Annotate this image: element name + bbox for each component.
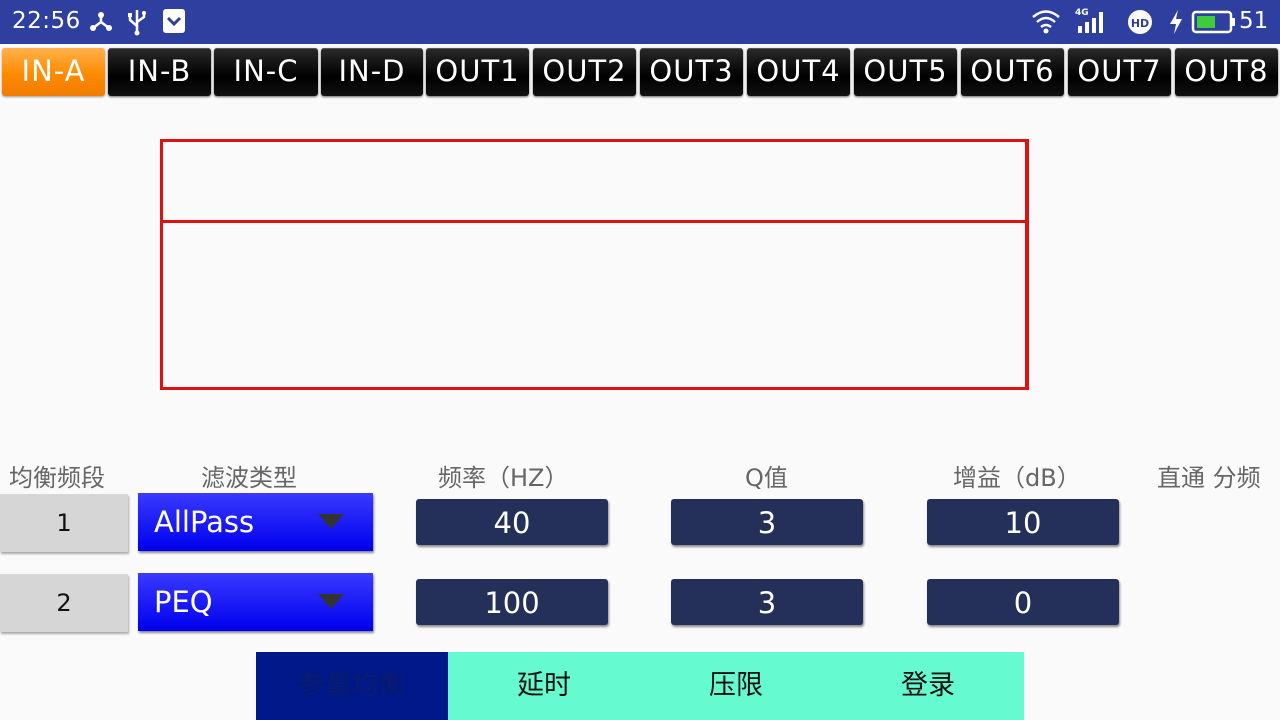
- tab-out1[interactable]: OUT1: [426, 48, 529, 96]
- tab-in-a[interactable]: IN-A: [2, 48, 105, 96]
- header-frequency: 频率（HZ）: [438, 464, 569, 492]
- header-band: 均衡频段: [9, 464, 105, 492]
- header-q: Q值: [745, 464, 788, 492]
- tab-out4[interactable]: OUT4: [747, 48, 850, 96]
- tab-in-c[interactable]: IN-C: [214, 48, 318, 96]
- nav-login[interactable]: 登录: [832, 652, 1024, 720]
- eq-response-graph[interactable]: [160, 139, 1029, 390]
- nav-parametric-eq[interactable]: 参量均衡: [256, 652, 448, 720]
- tab-out6[interactable]: OUT6: [961, 48, 1064, 96]
- filter-type-select-1[interactable]: AllPass: [138, 493, 373, 551]
- svg-text:HD: HD: [1131, 17, 1149, 30]
- signal-icon: [1078, 12, 1103, 33]
- battery-level: 51: [1239, 8, 1269, 34]
- status-bar: 22:56 4G HD 51: [0, 0, 1280, 44]
- tab-in-b[interactable]: IN-B: [108, 48, 211, 96]
- tab-out2[interactable]: OUT2: [533, 48, 636, 96]
- chevron-down-icon: [318, 594, 344, 609]
- channel-tabs: IN-A IN-B IN-C IN-D OUT1 OUT2 OUT3 OUT4 …: [0, 48, 1280, 98]
- battery-icon: [1191, 10, 1235, 34]
- shield-icon: [163, 9, 185, 33]
- chevron-down-icon: [318, 514, 344, 529]
- tab-out3[interactable]: OUT3: [640, 48, 743, 96]
- eq-curve-line: [163, 220, 1025, 223]
- tab-out5[interactable]: OUT5: [854, 48, 957, 96]
- header-gain: 增益（dB）: [953, 464, 1081, 492]
- status-time: 22:56: [12, 8, 81, 34]
- wifi-icon: [1032, 10, 1060, 34]
- filter-type-select-2[interactable]: PEQ: [138, 573, 373, 631]
- tab-out8[interactable]: OUT8: [1175, 48, 1278, 96]
- band-button-1[interactable]: 1: [0, 494, 128, 552]
- usb-icon: [128, 10, 146, 36]
- q-field-2[interactable]: 3: [671, 579, 863, 625]
- gain-field-2[interactable]: 0: [927, 579, 1119, 625]
- header-filter-type: 滤波类型: [201, 464, 297, 492]
- filter-type-value: PEQ: [154, 585, 213, 619]
- share-icon: [90, 12, 112, 31]
- bottom-nav: 参量均衡 延时 压限 登录: [256, 652, 1024, 720]
- charging-icon: [1170, 10, 1182, 34]
- filter-type-value: AllPass: [154, 505, 255, 539]
- frequency-field-1[interactable]: 40: [416, 499, 608, 545]
- hd-icon: HD: [1128, 10, 1152, 34]
- band-button-2[interactable]: 2: [0, 574, 128, 632]
- gain-field-1[interactable]: 10: [927, 499, 1119, 545]
- q-field-1[interactable]: 3: [671, 499, 863, 545]
- tab-out7[interactable]: OUT7: [1068, 48, 1171, 96]
- nav-limiter[interactable]: 压限: [640, 652, 832, 720]
- header-bypass: 直通 分频: [1157, 464, 1261, 492]
- tab-in-d[interactable]: IN-D: [321, 48, 423, 96]
- nav-delay[interactable]: 延时: [448, 652, 640, 720]
- frequency-field-2[interactable]: 100: [416, 579, 608, 625]
